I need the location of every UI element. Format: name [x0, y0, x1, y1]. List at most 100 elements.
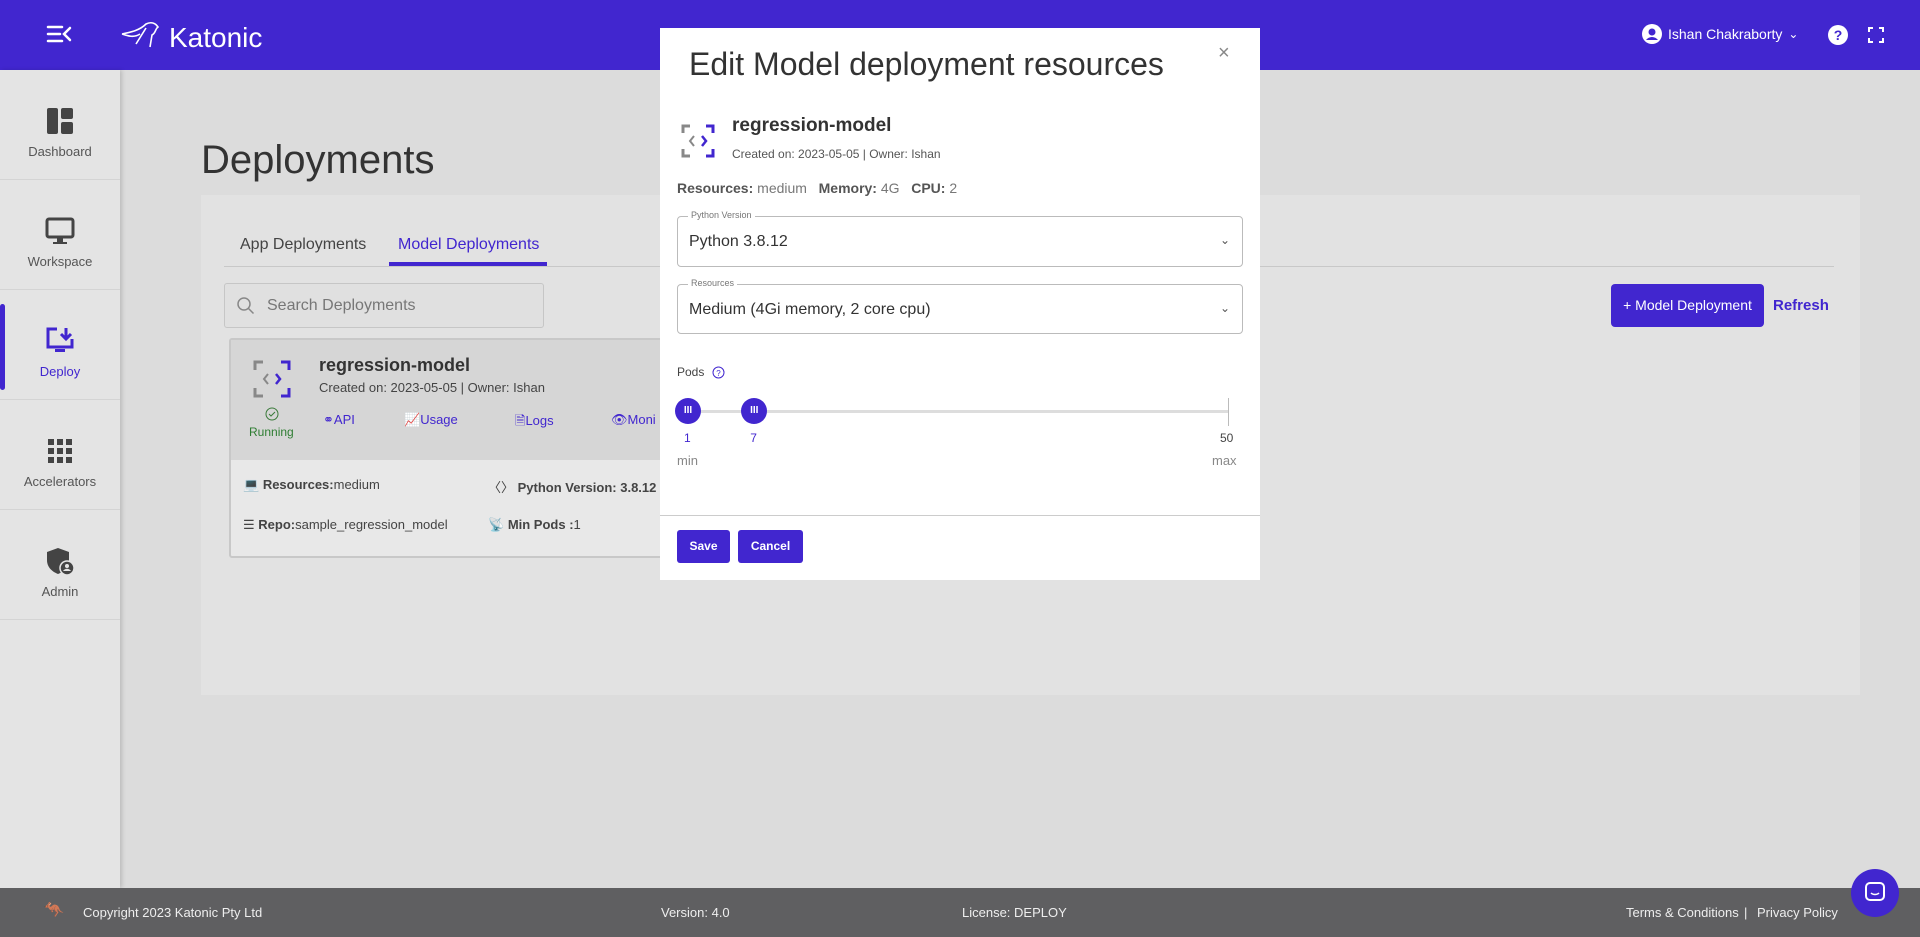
resources-value: medium: [757, 180, 807, 196]
python-version-value: Python 3.8.12: [689, 233, 788, 250]
resources-value: medium: [333, 477, 380, 492]
check-circle-icon: [265, 407, 279, 421]
tab-model-deployments[interactable]: Model Deployments: [398, 236, 539, 254]
cpu-label: CPU:: [911, 180, 946, 196]
search-placeholder: Search Deployments: [267, 297, 416, 314]
card-pods: 📡 Min Pods :1: [488, 517, 581, 533]
brand-name: Katonic: [169, 22, 263, 53]
active-tab-indicator: [389, 262, 547, 266]
python-version-select[interactable]: Python Version Python 3.8.12 ⌄: [677, 210, 1243, 267]
privacy-link[interactable]: Privacy Policy: [1757, 905, 1838, 920]
version: Version: 4.0: [661, 905, 730, 920]
menu-collapse-icon[interactable]: [46, 24, 72, 44]
card-model-name[interactable]: regression-model: [319, 355, 470, 376]
slider-max-value: 50: [1220, 431, 1234, 445]
terms-link[interactable]: Terms & Conditions: [1626, 905, 1739, 920]
pods-value: 1: [573, 517, 581, 532]
license: License: DEPLOY: [962, 905, 1067, 920]
tab-app-deployments[interactable]: App Deployments: [240, 236, 366, 254]
sidebar-item-accelerators[interactable]: Accelerators: [0, 400, 120, 510]
katonic-logo-icon: 🦘: [44, 902, 64, 919]
usage-label: Usage: [420, 412, 458, 427]
card-python: 〈〉 Python Version: 3.8.12: [488, 477, 656, 496]
refresh-button[interactable]: Refresh: [1773, 297, 1829, 314]
min-label: min: [677, 453, 698, 468]
antenna-icon: 📡: [488, 517, 505, 532]
help-circle-icon[interactable]: ?: [712, 366, 725, 379]
laptop-icon: 💻: [243, 477, 260, 492]
chat-icon: [1865, 882, 1885, 901]
monitor-link[interactable]: 👁Moni: [611, 412, 656, 428]
copyright: Copyright 2023 Katonic Pty Ltd: [83, 905, 263, 920]
cancel-button[interactable]: Cancel: [738, 530, 803, 563]
sidebar-item-label: Deploy: [39, 364, 81, 379]
max-tick: [1228, 398, 1229, 426]
slider-thumb-max[interactable]: III: [741, 398, 768, 424]
footer: 🦘 Copyright 2023 Katonic Pty Ltd Version…: [0, 888, 1920, 937]
resources-select-label: Resources: [688, 278, 738, 288]
search-input[interactable]: Search Deployments: [224, 283, 544, 328]
resources-select[interactable]: Resources Medium (4Gi memory, 2 core cpu…: [677, 278, 1243, 334]
dashboard-icon: [47, 108, 73, 134]
page-title: Deployments: [201, 138, 435, 182]
model-code-icon: [681, 124, 715, 158]
model-code-icon: [253, 360, 291, 398]
python-value: 3.8.12: [620, 480, 657, 495]
sidebar-item-label: Admin: [41, 584, 79, 599]
svg-text:?: ?: [1834, 27, 1843, 43]
monitor-icon: [45, 217, 75, 244]
close-icon[interactable]: ×: [1218, 42, 1230, 65]
user-menu[interactable]: Ishan Chakraborty ⌄: [1642, 24, 1798, 44]
memory-value: 4G: [880, 180, 900, 196]
resources-label: Resources:: [677, 180, 754, 196]
katonic-logo-icon: [121, 21, 160, 48]
python-version-label: Python Version: [688, 210, 755, 220]
max-label: max: [1212, 453, 1237, 468]
sidebar: Dashboard Workspace Deploy Accelerators …: [0, 70, 120, 888]
api-link[interactable]: ⚭API: [323, 412, 355, 428]
logs-link[interactable]: 🗎Logs: [515, 412, 554, 434]
search-icon: [237, 297, 255, 315]
logs-label: Logs: [525, 413, 554, 428]
user-name: Ishan Chakraborty: [1668, 26, 1783, 42]
modal-model-name: regression-model: [732, 115, 892, 136]
document-icon: 🗎: [515, 413, 526, 428]
sidebar-item-workspace[interactable]: Workspace: [0, 180, 120, 290]
status-running: Running: [249, 425, 294, 439]
usage-link[interactable]: 📈Usage: [404, 412, 458, 428]
fullscreen-icon[interactable]: [1868, 27, 1884, 43]
card-meta: Created on: 2023-05-05 | Owner: Ishan: [319, 380, 545, 395]
deployment-card: Running regression-model Created on: 202…: [229, 338, 679, 558]
help-icon[interactable]: ?: [1827, 24, 1849, 46]
modal-divider: [660, 515, 1260, 516]
pods-label: Pods: [677, 365, 705, 379]
server-icon: ☰: [243, 517, 255, 532]
pods-label: Min Pods :: [507, 517, 574, 532]
python-label: Python Version:: [517, 480, 617, 495]
api-label: API: [333, 412, 355, 427]
add-model-deployment-button[interactable]: + Model Deployment: [1611, 284, 1764, 327]
monitor-label: Moni: [627, 412, 656, 427]
chevron-down-icon: ⌄: [1788, 27, 1799, 41]
modal-resource-summary: Resources: medium Memory: 4G CPU: 2: [677, 180, 957, 196]
user-avatar-icon: [1642, 24, 1662, 44]
chevron-down-icon: ⌄: [1219, 233, 1230, 247]
sidebar-item-admin[interactable]: Admin: [0, 510, 120, 620]
pods-slider-track[interactable]: [688, 410, 1229, 413]
modal-title: Edit Model deployment resources: [689, 46, 1164, 82]
sidebar-item-deploy[interactable]: Deploy: [0, 290, 120, 400]
deploy-icon: [46, 327, 74, 352]
code-file-icon: 〈〉: [488, 480, 515, 495]
cpu-value: 2: [949, 180, 958, 196]
save-button[interactable]: Save: [677, 530, 730, 563]
chat-button[interactable]: [1851, 869, 1899, 917]
sidebar-item-dashboard[interactable]: Dashboard: [0, 70, 120, 180]
modal-meta: Created on: 2023-05-05 | Owner: Ishan: [732, 147, 941, 161]
chevron-down-icon: ⌄: [1219, 301, 1230, 315]
eye-icon: 👁: [611, 412, 628, 427]
edit-resources-modal: Edit Model deployment resources × regres…: [660, 28, 1260, 580]
repo-value: sample_regression_model: [295, 517, 448, 532]
slider-thumb-min[interactable]: III: [675, 398, 701, 424]
memory-label: Memory:: [818, 180, 877, 196]
resources-label: Resources:: [262, 477, 334, 492]
